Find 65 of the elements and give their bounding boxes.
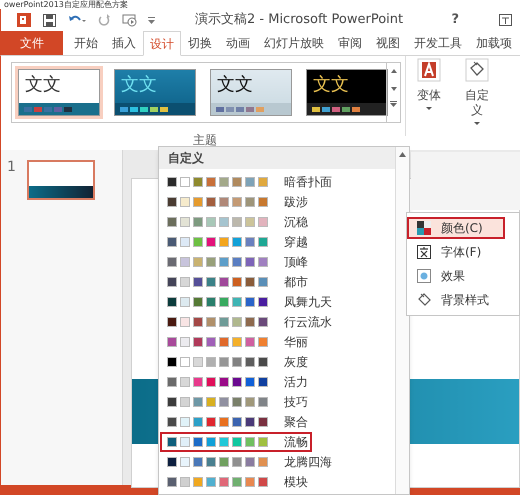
theme-sample-text: 文文 bbox=[312, 73, 350, 97]
color-scheme-item[interactable]: 顶峰 bbox=[160, 252, 312, 272]
submenu-item[interactable]: 背景样式 bbox=[407, 289, 519, 311]
color-scheme-item[interactable]: 凤舞九天 bbox=[160, 292, 336, 312]
submenu-item[interactable]: 字体(F) bbox=[407, 241, 519, 263]
submenu-item[interactable]: 颜色(C) bbox=[407, 217, 505, 239]
group-label: 主题 bbox=[193, 132, 217, 149]
ribbon-tab[interactable]: 插入 bbox=[105, 31, 143, 55]
swatch-strip bbox=[312, 106, 360, 112]
window-title: 演示文稿2 - Microsoft PowerPoint bbox=[195, 11, 404, 30]
color-scheme-item[interactable]: 暗香扑面 bbox=[160, 172, 336, 192]
theme-sample-text: 文文 bbox=[24, 73, 62, 97]
color-scheme-item[interactable]: 华丽 bbox=[160, 332, 312, 352]
slide-number: 1 bbox=[7, 160, 17, 174]
color-scheme-item[interactable]: 沉稳 bbox=[160, 212, 312, 232]
customize-toolbar-icon[interactable] bbox=[148, 16, 155, 24]
ribbon-tab[interactable]: 审阅 bbox=[331, 31, 369, 55]
theme-thumbnail[interactable]: 文文 bbox=[303, 66, 391, 119]
color-scheme-item[interactable]: 模块 bbox=[160, 472, 312, 492]
theme-sample-text: 文文 bbox=[120, 73, 158, 97]
scroll-down-icon[interactable] bbox=[390, 87, 396, 91]
variants-button[interactable]: 变体 bbox=[410, 58, 448, 150]
ribbon-tab[interactable]: 视图 bbox=[369, 31, 407, 55]
ribbon-tab[interactable]: 开始 bbox=[67, 31, 105, 55]
customize-button[interactable]: 自定义 bbox=[458, 58, 496, 150]
color-scheme-item[interactable]: 流畅 bbox=[160, 432, 312, 452]
swatch-strip bbox=[216, 106, 264, 112]
caption: owerPoint2013自定应用配色方案 bbox=[3, 0, 128, 9]
slide-thumbnail[interactable] bbox=[27, 160, 95, 200]
scrollbar[interactable] bbox=[395, 147, 409, 494]
ribbon-tab[interactable]: 开发工具 bbox=[407, 31, 469, 55]
theme-thumbnail[interactable]: 文文 bbox=[15, 66, 103, 119]
more-icon[interactable] bbox=[390, 101, 397, 107]
color-scheme-item[interactable]: 跋涉 bbox=[160, 192, 312, 212]
theme-thumbnail[interactable]: 文文 bbox=[207, 66, 295, 119]
color-scheme-item[interactable]: 行云流水 bbox=[160, 312, 336, 332]
caret-icon bbox=[426, 107, 432, 110]
color-scheme-item[interactable]: 聚合 bbox=[160, 412, 312, 432]
swatch-strip bbox=[24, 106, 72, 112]
color-scheme-item[interactable]: 活力 bbox=[160, 372, 312, 392]
color-scheme-item[interactable]: 龙腾四海 bbox=[160, 452, 336, 472]
scroll-up-icon[interactable] bbox=[399, 152, 406, 157]
theme-sample-text: 文文 bbox=[216, 73, 254, 97]
font-icon bbox=[417, 245, 431, 259]
caret-icon bbox=[474, 122, 480, 125]
ribbon-display-icon[interactable] bbox=[499, 14, 512, 26]
color-grid-icon bbox=[417, 221, 431, 235]
ribbon-tab[interactable]: 切换 bbox=[181, 31, 219, 55]
effects-icon bbox=[417, 269, 431, 283]
save-icon[interactable] bbox=[43, 14, 56, 26]
color-scheme-item[interactable]: 都市 bbox=[160, 272, 312, 292]
ribbon-tab[interactable]: 动画 bbox=[219, 31, 257, 55]
help-button[interactable]: ? bbox=[451, 10, 459, 30]
scroll-up-icon[interactable] bbox=[390, 69, 396, 73]
powerpoint-logo-icon bbox=[17, 13, 31, 27]
color-scheme-item[interactable]: 灰度 bbox=[160, 352, 312, 372]
color-scheme-item[interactable]: 穿越 bbox=[160, 232, 312, 252]
ribbon-tab[interactable]: 设计 bbox=[143, 31, 181, 56]
swatch-strip bbox=[120, 106, 168, 112]
color-scheme-item[interactable]: 技巧 bbox=[160, 392, 312, 412]
ribbon-tab[interactable]: 幻灯片放映 bbox=[257, 31, 331, 55]
menu-header: 自定义 bbox=[159, 147, 395, 169]
file-tab[interactable]: 文件 bbox=[1, 31, 63, 55]
ribbon-tab[interactable]: 加载项 bbox=[469, 31, 519, 55]
submenu-item[interactable]: 效果 bbox=[407, 265, 519, 287]
